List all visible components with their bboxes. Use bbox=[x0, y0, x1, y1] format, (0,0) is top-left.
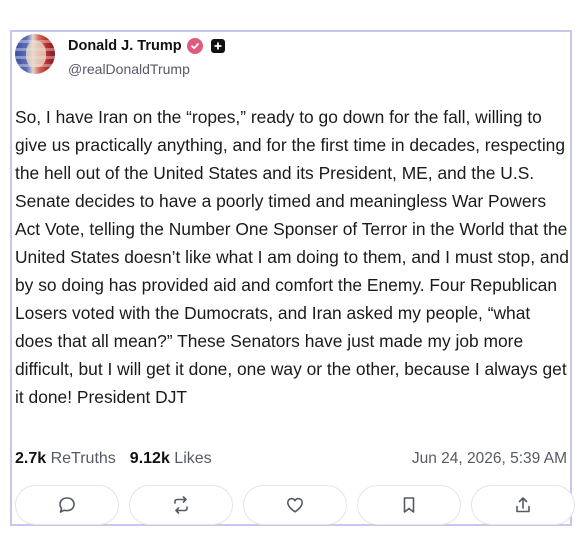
post-card: Donald J. Trump @realDonaldTrump So, I h… bbox=[10, 30, 575, 526]
author-display-name[interactable]: Donald J. Trump bbox=[68, 38, 182, 54]
post-stats: 2.7k ReTruths 9.12k Likes bbox=[15, 450, 212, 468]
author-name-row: Donald J. Trump bbox=[68, 38, 225, 54]
action-bar bbox=[15, 485, 575, 525]
retruths-label: ReTruths bbox=[50, 450, 116, 467]
bookmark-icon bbox=[403, 497, 415, 513]
post-text: So, I have Iran on the “ropes,” ready to… bbox=[15, 107, 569, 407]
retruth-icon bbox=[174, 496, 188, 514]
retruth-button[interactable] bbox=[129, 485, 233, 525]
author-handle[interactable]: @realDonaldTrump bbox=[68, 61, 190, 77]
verified-badge-icon bbox=[186, 38, 203, 54]
like-icon bbox=[287, 497, 303, 513]
avatar[interactable] bbox=[15, 34, 55, 74]
likes-label: Likes bbox=[174, 450, 212, 467]
share-button[interactable] bbox=[471, 485, 575, 525]
reply-button[interactable] bbox=[15, 485, 119, 525]
reply-icon bbox=[59, 497, 75, 513]
post-timestamp[interactable]: Jun 24, 2026, 5:39 AM bbox=[412, 450, 567, 468]
likes-count: 9.12k bbox=[129, 450, 170, 467]
like-button[interactable] bbox=[243, 485, 347, 525]
retruths-stat[interactable]: 2.7k ReTruths bbox=[15, 450, 116, 468]
retruths-count: 2.7k bbox=[15, 450, 47, 467]
share-icon bbox=[516, 497, 530, 513]
bookmark-button[interactable] bbox=[357, 485, 461, 525]
plus-badge-icon bbox=[210, 39, 225, 53]
likes-stat[interactable]: 9.12k Likes bbox=[130, 450, 212, 468]
